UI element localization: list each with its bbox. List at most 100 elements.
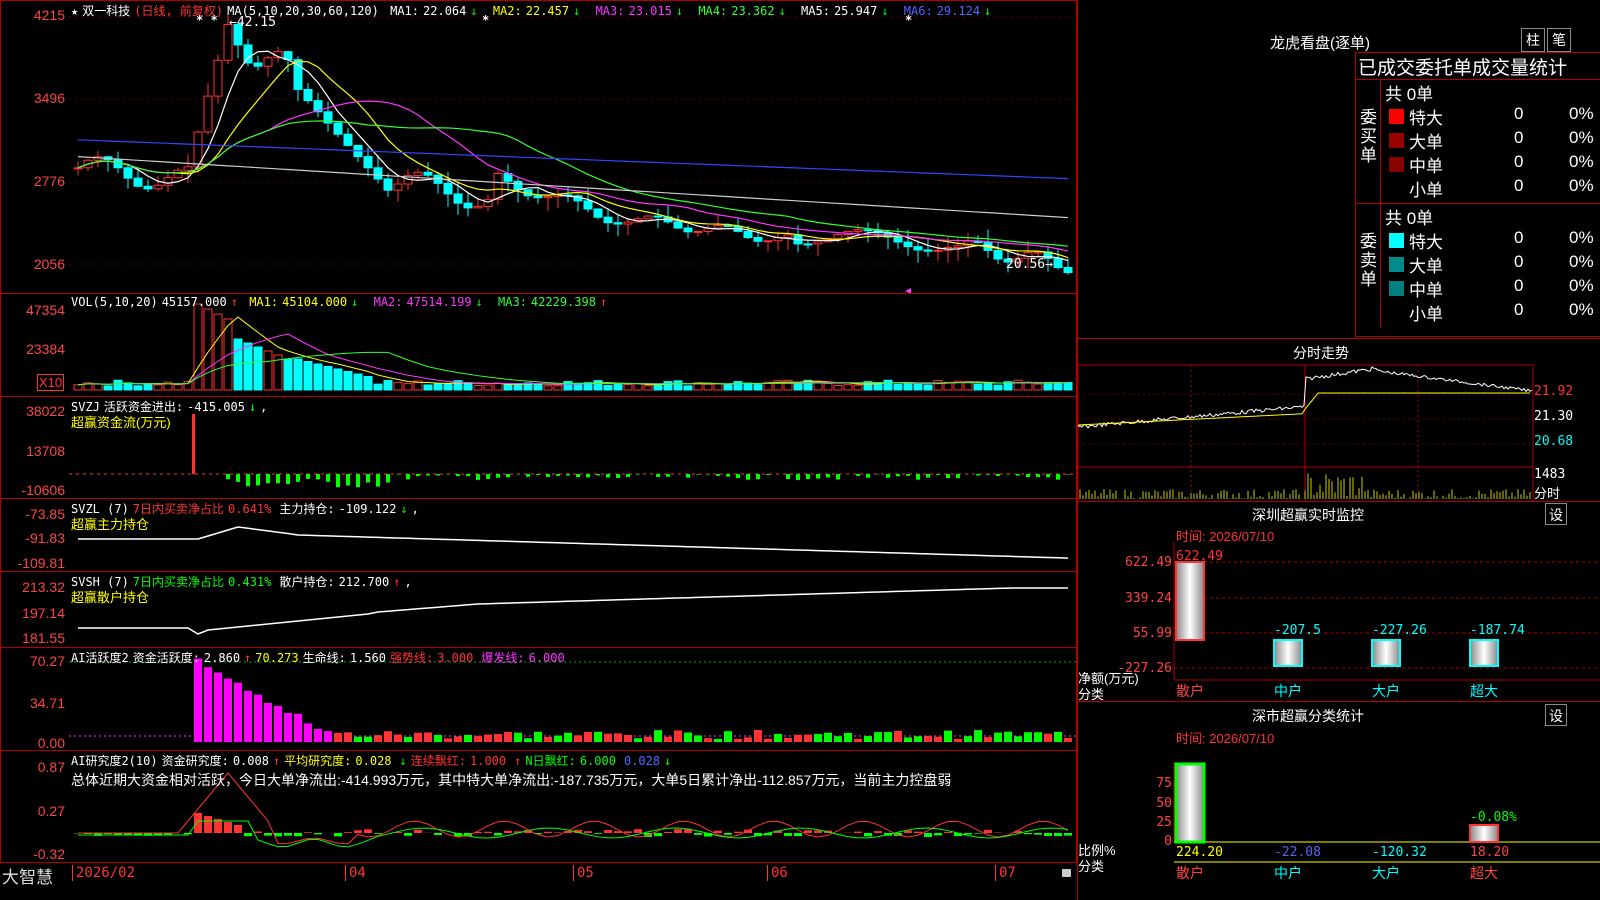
volume-bar xyxy=(723,384,733,391)
activity-bar xyxy=(994,732,1002,742)
volume-panel[interactable]: VOL(5,10,20) 45157.000 ↑ MA1: 45104.000 ↓ MA… xyxy=(0,293,1077,397)
activity-bar xyxy=(624,734,632,742)
candle xyxy=(263,57,273,67)
intraday-vol-unit: 分时 xyxy=(1534,486,1561,501)
research-bar xyxy=(964,833,972,835)
sell-total: 共 0单 xyxy=(1385,209,1434,228)
star-mark: * xyxy=(905,13,913,27)
activity-bar xyxy=(224,678,232,742)
research-bar xyxy=(284,833,292,836)
monitor-bar xyxy=(1273,639,1303,667)
volume-bar xyxy=(533,383,543,391)
kline-panel[interactable]: ★ 双一科技 (日线, 前复权) MA(5,10,20,30,60,120) MA1:… xyxy=(0,0,1077,294)
volume-chart[interactable] xyxy=(1,294,1078,398)
fund-bar xyxy=(926,474,930,478)
volume-bar xyxy=(713,383,723,391)
classification-y-tick: 0 xyxy=(1164,834,1172,849)
lock-icon[interactable] xyxy=(1062,869,1071,877)
ai-research-header: AI研究度2(10) 资金研究度: 0.008 ↑ 平均研究度: 0.028 ↓ 连续飘红: 1… xyxy=(71,754,672,768)
volume-bar xyxy=(263,350,273,391)
activity-bar xyxy=(314,728,322,742)
activity-bar xyxy=(504,731,512,742)
star-mark: * * xyxy=(196,13,218,27)
entrust-title: 已成交委托单成交量统计 xyxy=(1358,58,1568,79)
fund-bar xyxy=(576,474,580,478)
candle xyxy=(513,180,523,191)
fund-bar xyxy=(336,474,340,488)
ai-activity-panel[interactable]: AI活跃度2 资金活跃度: 2.860 ↑ 70.273 生命线: 1.560 强势线: 3.0… xyxy=(0,647,1077,751)
fund-bar xyxy=(826,474,830,478)
research-bar xyxy=(494,833,502,836)
volume-bar xyxy=(973,383,983,391)
svzl-panel[interactable]: SVZL (7) 7日内买卖净占比 0.641% 主力持仓: -109.122 ↓, 超赢… xyxy=(0,498,1077,572)
research-bar xyxy=(594,833,602,834)
volume-bar xyxy=(1033,383,1043,391)
candle xyxy=(243,44,253,64)
y-tick: -109.81 xyxy=(17,555,65,571)
research-bar xyxy=(864,833,872,837)
candle xyxy=(383,178,393,191)
classification-panel[interactable]: 深市超赢分类统计 设 时间: 2026/07/10 75 50 25 0 -0.08% 2… xyxy=(1078,701,1600,900)
activity-bar xyxy=(514,732,522,742)
monitor-bar xyxy=(1175,561,1205,641)
fund-bar xyxy=(192,414,195,474)
candle xyxy=(803,243,813,246)
candle xyxy=(723,224,733,227)
fund-bar xyxy=(266,474,270,484)
monitor-chart[interactable]: 622.49 339.24 55.99 -227.26 622.49 散户 -207.5 中户… xyxy=(1078,502,1600,702)
classification-chart[interactable]: 75 50 25 0 -0.08% 224.20 散户 -22.08 中户 -120.32 大户 18… xyxy=(1078,702,1600,900)
fund-bar xyxy=(466,474,470,477)
activity-bar xyxy=(754,730,762,742)
activity-bar xyxy=(884,732,892,742)
activity-bar xyxy=(744,737,752,742)
volume-bar xyxy=(613,383,623,391)
position-line xyxy=(78,526,1069,559)
candle xyxy=(413,171,423,177)
fund-bar xyxy=(396,474,400,475)
fund-bar xyxy=(956,474,960,479)
activity-bar xyxy=(574,735,582,742)
svzj-panel[interactable]: SVZJ 活跃资金进出: -415.005 ↓, 超赢资金流(万元) 38022 13… xyxy=(0,396,1077,499)
color-swatch xyxy=(1389,281,1404,296)
candle xyxy=(533,195,543,199)
ai-research-panel[interactable]: AI研究度2(10) 资金研究度: 0.008 ↑ 平均研究度: 0.028 ↓ 连续飘红: 1… xyxy=(0,750,1077,863)
fund-bar xyxy=(786,474,790,480)
fund-bar xyxy=(1046,474,1050,478)
research-bar xyxy=(694,833,702,835)
candle xyxy=(123,167,133,179)
entrust-box: 已成交委托单成交量统计 委买单 共 0单 特大 0 0% 大单 0 0% 中单 0 0% 小… xyxy=(1355,52,1600,337)
activity-bar xyxy=(544,736,552,742)
tick-view-button[interactable]: 笔 xyxy=(1547,28,1571,52)
volume-bar xyxy=(703,383,713,391)
fund-bar xyxy=(596,474,600,476)
volume-bar xyxy=(113,379,123,391)
research-bar xyxy=(184,833,192,835)
svsh-panel[interactable]: SVSH (7) 7日内买卖净占比 0.431% 散户持仓: 212.700 ↑, 超赢散… xyxy=(0,571,1077,648)
intraday-panel[interactable]: 分时走势 21.92 21.30 20.68 1483 分时 xyxy=(1078,338,1600,502)
activity-bar xyxy=(874,732,882,742)
sell-row-l: 大单 0 0% xyxy=(1381,252,1594,276)
kline-chart[interactable] xyxy=(1,1,1078,295)
monitor-bar xyxy=(1469,639,1499,667)
candle xyxy=(393,183,403,191)
research-bar xyxy=(434,833,442,836)
volume-bar xyxy=(743,382,753,391)
bar-view-button[interactable]: 柱 xyxy=(1521,28,1545,52)
volume-bar xyxy=(983,381,993,391)
research-bar xyxy=(924,833,932,837)
volume-bar xyxy=(853,384,863,391)
volume-bar xyxy=(153,384,163,391)
activity-bar xyxy=(914,736,922,742)
intraday-price-tick: 21.30 xyxy=(1534,409,1574,424)
activity-bar xyxy=(474,736,482,742)
intraday-chart[interactable] xyxy=(1078,339,1600,502)
fund-bar xyxy=(226,474,230,480)
monitor-value: 622.49 xyxy=(1176,549,1223,564)
volume-scale-badge[interactable]: X10 xyxy=(37,374,65,391)
monitor-panel[interactable]: 深圳超赢实时监控 设 时间: 2026/07/10 622.49 339.24 55… xyxy=(1078,501,1600,702)
candle xyxy=(683,227,693,233)
research-bar xyxy=(314,833,322,835)
candle xyxy=(1063,266,1073,274)
activity-bar xyxy=(824,732,832,742)
candle xyxy=(763,240,773,243)
